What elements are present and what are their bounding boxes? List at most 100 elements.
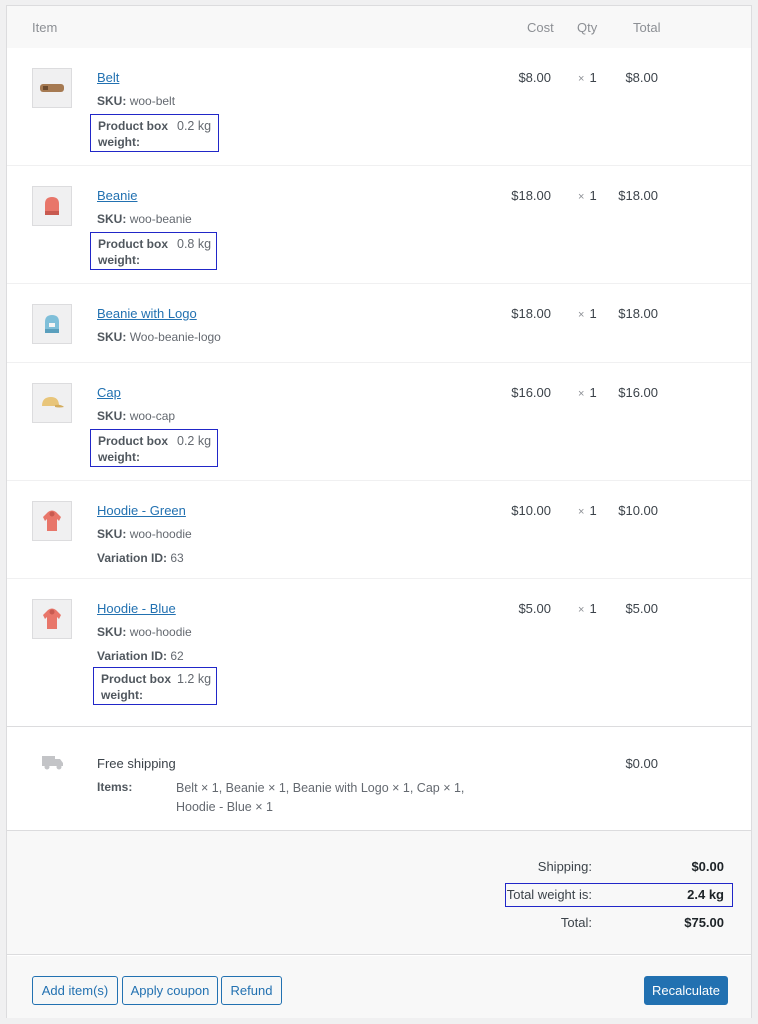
sku-label: SKU:	[97, 330, 127, 344]
weight-highlight: Product box weight: 0.2 kg	[90, 114, 219, 152]
qty-value: 1	[589, 70, 597, 85]
item-cost: $18.00	[511, 188, 551, 203]
total-weight-label: Total weight is:	[506, 887, 592, 902]
sku-label: SKU:	[97, 409, 127, 423]
shipping-row-total: $0.00	[625, 756, 658, 771]
order-total-label: Total:	[560, 915, 592, 930]
item-total: $16.00	[618, 385, 658, 400]
qty-value: 1	[589, 503, 597, 518]
item-cost: $16.00	[511, 385, 551, 400]
order-actions: Add item(s) Apply coupon Refund Recalcul…	[7, 956, 751, 1018]
weight-highlight: Product box weight: 0.2 kg	[90, 429, 218, 467]
qty-value: 1	[589, 385, 597, 400]
item-name-link[interactable]: Cap	[97, 385, 121, 400]
sku-value: woo-belt	[129, 94, 176, 108]
qty-symbol: ×	[578, 191, 585, 203]
order-total-value: $75.00	[684, 915, 724, 930]
item-name-link[interactable]: Belt	[97, 70, 119, 85]
variation-label: Variation ID:	[97, 649, 168, 663]
weight-value: 1.2 kg	[177, 672, 212, 686]
qty-value: 1	[589, 601, 597, 616]
table-row: Beanie with Logo SKU: Woo-beanie-logo $1…	[7, 284, 751, 363]
item-variation: Variation ID: 63	[97, 551, 184, 565]
sku-value: woo-hoodie	[129, 625, 192, 639]
weight-label: Product box weight:	[98, 237, 169, 267]
sku-label: SKU:	[97, 625, 127, 639]
item-qty: × 1	[578, 188, 597, 203]
weight-label: Product box weight:	[98, 434, 169, 464]
sku-label: SKU:	[97, 527, 127, 541]
add-items-button[interactable]: Add item(s)	[32, 976, 118, 1005]
weight-highlight: Product box weight: 1.2 kg	[93, 667, 217, 705]
item-cost: $5.00	[518, 601, 551, 616]
item-sku: SKU: woo-cap	[97, 409, 175, 423]
item-name-link[interactable]: Hoodie - Blue	[97, 601, 176, 616]
weight-label: Product box weight:	[98, 119, 169, 149]
apply-coupon-button[interactable]: Apply coupon	[122, 976, 218, 1005]
item-total: $18.00	[618, 188, 658, 203]
qty-symbol: ×	[578, 73, 585, 85]
shipping-items-label: Items:	[97, 780, 133, 794]
refund-button[interactable]: Refund	[221, 976, 282, 1005]
item-name-link[interactable]: Beanie	[97, 188, 137, 203]
order-items-panel: Item Cost Qty Total Belt SKU: woo-belt P…	[6, 5, 752, 1018]
item-total: $10.00	[618, 503, 658, 518]
table-row: Hoodie - Blue SKU: woo-hoodie Variation …	[7, 579, 751, 721]
item-qty: × 1	[578, 503, 597, 518]
item-cost: $10.00	[511, 503, 551, 518]
beanie-icon[interactable]	[32, 186, 72, 226]
item-qty: × 1	[578, 385, 597, 400]
item-name-link[interactable]: Beanie with Logo	[97, 306, 197, 321]
sku-label: SKU:	[97, 94, 127, 108]
table-header: Item Cost Qty Total	[7, 6, 751, 48]
qty-symbol: ×	[578, 388, 585, 400]
sku-value: Woo-beanie-logo	[129, 330, 221, 344]
shipping-method-name: Free shipping	[97, 756, 176, 771]
table-row: Hoodie - Green SKU: woo-hoodie Variation…	[7, 481, 751, 579]
qty-symbol: ×	[578, 309, 585, 321]
col-total: Total	[633, 20, 661, 35]
item-cost: $8.00	[518, 70, 551, 85]
item-qty: × 1	[578, 601, 597, 616]
order-totals: Shipping: $0.00 Total weight is: 2.4 kg …	[7, 831, 751, 955]
item-qty: × 1	[578, 70, 597, 85]
variation-value: 62	[170, 649, 184, 663]
sku-value: woo-hoodie	[129, 527, 192, 541]
beanie-logo-icon[interactable]	[32, 304, 72, 344]
item-name-link[interactable]: Hoodie - Green	[97, 503, 186, 518]
shipping-total-label: Shipping:	[537, 859, 592, 874]
table-row: Belt SKU: woo-belt Product box weight: 0…	[7, 48, 751, 166]
item-sku: SKU: woo-beanie	[97, 212, 192, 226]
sku-value: woo-beanie	[129, 212, 192, 226]
weight-value: 0.2 kg	[177, 119, 212, 133]
item-sku: SKU: woo-hoodie	[97, 527, 192, 541]
qty-symbol: ×	[578, 604, 585, 616]
qty-value: 1	[589, 188, 597, 203]
hoodie-icon[interactable]	[32, 599, 72, 639]
weight-value: 0.2 kg	[177, 434, 212, 448]
item-qty: × 1	[578, 306, 597, 321]
qty-symbol: ×	[578, 506, 585, 518]
item-variation: Variation ID: 62	[97, 649, 184, 663]
weight-highlight: Product box weight: 0.8 kg	[90, 232, 217, 270]
shipping-items: Belt × 1, Beanie × 1, Beanie with Logo ×…	[176, 781, 465, 814]
sku-value: woo-cap	[129, 409, 176, 423]
cap-icon[interactable]	[32, 383, 72, 423]
weight-label: Product box weight:	[101, 672, 172, 702]
col-qty: Qty	[577, 20, 598, 35]
table-row: Cap SKU: woo-cap Product box weight: 0.2…	[7, 363, 751, 481]
item-sku: SKU: Woo-beanie-logo	[97, 330, 221, 344]
table-row: Beanie SKU: woo-beanie Product box weigh…	[7, 166, 751, 284]
recalculate-button[interactable]: Recalculate	[644, 976, 728, 1005]
shipping-row: Free shipping Items: Belt × 1, Beanie × …	[7, 726, 751, 831]
item-sku: SKU: woo-hoodie	[97, 625, 192, 639]
sku-label: SKU:	[97, 212, 127, 226]
belt-icon[interactable]	[32, 68, 72, 108]
item-total: $8.00	[625, 70, 658, 85]
item-total: $5.00	[625, 601, 658, 616]
col-cost: Cost	[527, 20, 554, 35]
hoodie-icon[interactable]	[32, 501, 72, 541]
item-total: $18.00	[618, 306, 658, 321]
variation-label: Variation ID:	[97, 551, 168, 565]
weight-value: 0.8 kg	[177, 237, 212, 251]
